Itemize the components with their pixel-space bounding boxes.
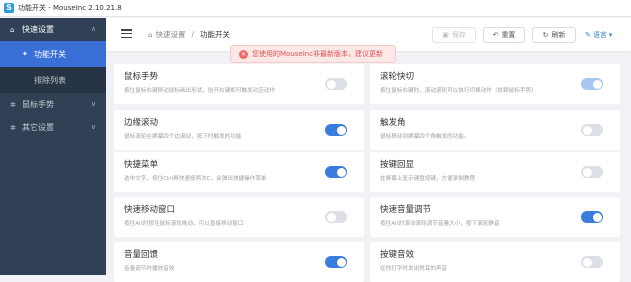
feature-toggle-switch[interactable]: [325, 124, 347, 136]
feature-description: 鼠标滚轮在屏幕四个边滚动，按下时触发的功能: [124, 134, 242, 140]
feature-description: 音量调节时播放音效: [124, 266, 175, 272]
sidebar-item-label: 其它设置: [22, 123, 54, 132]
chevron-down-icon: ∨: [90, 123, 96, 131]
feature-description: 按住鼠标右键时，滚动滚轮可以执行切换动作（依赖鼠标手势）: [380, 88, 537, 94]
sidebar-item-label: 功能开关: [34, 49, 66, 59]
sidebar-item-feature-switches[interactable]: ✦ 功能开关: [0, 41, 106, 67]
feature-title: 快速音量调节: [380, 205, 432, 215]
toggle-knob: [592, 79, 602, 89]
feature-title: 滚轮快切: [380, 72, 415, 82]
feature-description: 鼠标移动到屏幕四个角触发的功能。: [380, 134, 470, 140]
sidebar-item-quick-settings[interactable]: ⌂ 快速设置 ∧: [0, 18, 106, 41]
toggle-knob: [582, 125, 592, 135]
feature-description: 按住Alt时滚动滚轮调节音量大小，按下滚轮静音: [380, 221, 500, 227]
feature-title: 鼠标手势: [124, 72, 159, 82]
feature-title: 按键回显: [380, 160, 415, 170]
window-title: 功能开关 - MouseInc 2.10.21.8: [18, 4, 122, 12]
save-icon: ▣: [442, 31, 449, 39]
feature-card: 按键回显在屏幕上显示键盘按键，方便录制教程: [370, 152, 620, 192]
feature-card: 音量回馈音量调节时播放音效: [114, 242, 364, 282]
toggle-knob: [592, 212, 602, 222]
feature-card: 按键音效在你打字时发出悦耳的声音: [370, 242, 620, 282]
breadcrumb-separator: /: [191, 30, 194, 39]
gear-icon: ✲: [10, 100, 16, 109]
feature-toggle-switch[interactable]: [325, 166, 347, 178]
home-icon: ⌂: [10, 25, 15, 34]
error-icon: ✕: [239, 49, 248, 59]
toggle-knob: [326, 79, 336, 89]
feature-description: 按住鼠标右键移动鼠标画出形状，抬开右键即可触发对应动作: [124, 88, 276, 94]
feature-description: 在屏幕上显示键盘按键，方便录制教程: [380, 176, 476, 182]
feature-description: 按住Alt时按住鼠标滚轮拖动，可以直接移动窗口: [124, 221, 244, 227]
sidebar-item-mouse-gesture[interactable]: ✲ 鼠标手势 ∨: [0, 93, 106, 116]
update-notice: ✕ 您使用的MouseInc非最新版本，建议更新: [230, 45, 396, 63]
feature-title: 音量回馈: [124, 250, 159, 260]
app-window: S 功能开关 - MouseInc 2.10.21.8 ⌂ 快速设置 ∧ ✦ 功…: [0, 0, 631, 282]
home-icon: ⌂: [148, 30, 153, 39]
feature-description: 在你打字时发出悦耳的声音: [380, 266, 448, 272]
feature-toggle-switch[interactable]: [581, 124, 603, 136]
feature-toggle-switch[interactable]: [325, 78, 347, 90]
menu-toggle-icon[interactable]: [121, 29, 132, 39]
sidebar-item-label: 快速设置: [22, 25, 54, 34]
breadcrumb-current: 功能开关: [199, 30, 230, 39]
feature-title: 触发角: [380, 118, 406, 128]
feature-title: 快捷菜单: [124, 160, 159, 170]
pin-icon: ✦: [22, 50, 28, 58]
breadcrumb: ⌂ 快速设置 / 功能开关: [148, 29, 230, 40]
feature-toggle-switch[interactable]: [325, 211, 347, 223]
toggle-knob: [336, 257, 346, 267]
feature-card: 边缘滚动鼠标滚轮在屏幕四个边滚动，按下时触发的功能: [114, 110, 364, 150]
feature-card: 滚轮快切按住鼠标右键时，滚动滚轮可以执行切换动作（依赖鼠标手势）: [370, 64, 620, 104]
gear-icon: ✲: [10, 123, 16, 132]
title-bar: S 功能开关 - MouseInc 2.10.21.8: [0, 0, 631, 17]
feature-card: 快速音量调节按住Alt时滚动滚轮调节音量大小，按下滚轮静音: [370, 197, 620, 237]
toggle-knob: [582, 257, 592, 267]
toggle-knob: [336, 167, 346, 177]
feature-card: 快捷菜单选中文字，按住Ctrl再快速按两次C，会弹出快捷操作菜单: [114, 152, 364, 192]
feature-title: 边缘滚动: [124, 118, 159, 128]
sidebar-item-other-settings[interactable]: ✲ 其它设置 ∨: [0, 116, 106, 139]
refresh-icon: ↻: [542, 31, 549, 39]
feature-title: 快速移动窗口: [124, 205, 176, 215]
refresh-button[interactable]: ↻ 刷新: [532, 27, 576, 43]
language-icon: ✎: [585, 31, 591, 39]
app-logo-icon: S: [4, 3, 14, 13]
toggle-knob: [582, 167, 592, 177]
feature-toggle-switch[interactable]: [325, 256, 347, 268]
feature-card: 触发角鼠标移动到屏幕四个角触发的功能。: [370, 110, 620, 150]
chevron-up-icon: ∧: [90, 25, 96, 33]
feature-card: 鼠标手势按住鼠标右键移动鼠标画出形状，抬开右键即可触发对应动作: [114, 64, 364, 104]
toggle-knob: [326, 212, 336, 222]
update-notice-text: 您使用的MouseInc非最新版本，建议更新: [252, 50, 384, 58]
chevron-down-icon: ∨: [90, 100, 96, 108]
language-dropdown[interactable]: ✎ 语言 ▾: [585, 30, 612, 40]
reset-icon: ↶: [492, 31, 499, 39]
toggle-knob: [336, 125, 346, 135]
feature-description: 选中文字，按住Ctrl再快速按两次C，会弹出快捷操作菜单: [124, 176, 267, 182]
feature-title: 按键音效: [380, 250, 415, 260]
chevron-down-icon: ▾: [608, 31, 613, 39]
reset-button[interactable]: ↶ 重置: [483, 27, 525, 43]
sidebar-item-label: 鼠标手势: [22, 100, 54, 109]
feature-toggle-switch[interactable]: [581, 256, 603, 268]
feature-toggle-switch[interactable]: [581, 211, 603, 223]
breadcrumb-home[interactable]: 快速设置: [155, 29, 185, 40]
sidebar: ⌂ 快速设置 ∧ ✦ 功能开关 排除列表 ✲ 鼠标手势 ∨ ✲ 其它设置 ∨: [0, 18, 106, 275]
save-button[interactable]: ▣ 保存: [432, 27, 476, 43]
sidebar-item-label: 排除列表: [34, 75, 66, 85]
feature-card: 快速移动窗口按住Alt时按住鼠标滚轮拖动，可以直接移动窗口: [114, 197, 364, 237]
feature-toggle-switch[interactable]: [581, 166, 603, 178]
feature-toggle-switch: [581, 78, 603, 90]
sidebar-item-exclusion-list[interactable]: 排除列表: [0, 67, 106, 93]
